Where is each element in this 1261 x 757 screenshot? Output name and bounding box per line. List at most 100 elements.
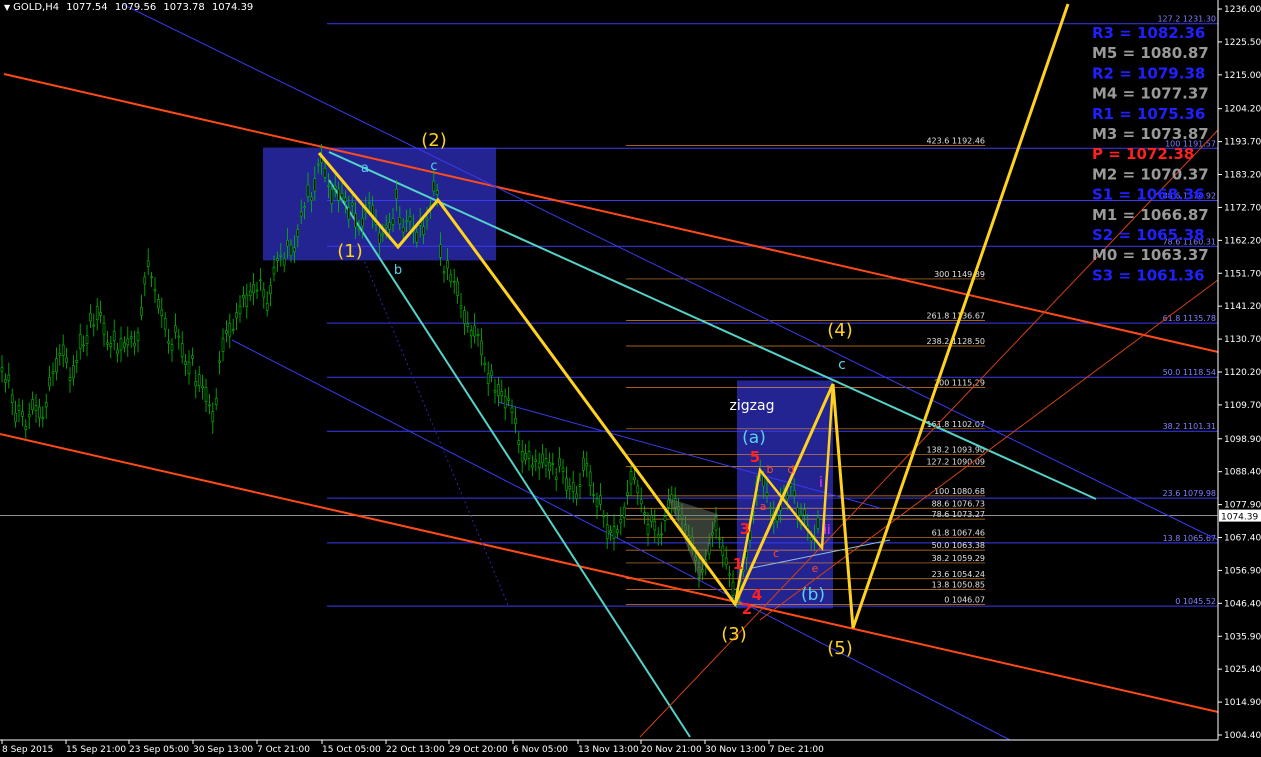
candle-body: [534, 459, 538, 462]
candle-body: [619, 519, 623, 524]
time-tick-label: 22 Oct 13:00: [386, 745, 445, 755]
current-price-label: 1074.39: [1221, 513, 1258, 523]
candle-body: [561, 467, 565, 472]
candle-body: [248, 290, 252, 296]
candle-body: [163, 317, 167, 330]
candle-body: [667, 499, 670, 508]
price-candles: [0, 143, 820, 608]
price-tick-label: 1056.90: [1224, 566, 1261, 576]
candle-body: [456, 281, 459, 296]
candle-body: [442, 271, 446, 274]
candle-body: [731, 581, 735, 596]
price-tick-label: 1088.40: [1224, 468, 1261, 478]
candle-body: [459, 305, 463, 309]
candle-body: [786, 495, 789, 500]
wave-label: (b): [801, 585, 825, 605]
candle-body: [31, 399, 34, 411]
price-tick-label: 1046.40: [1224, 599, 1261, 609]
candle-body: [558, 458, 561, 467]
candle-body: [592, 494, 595, 496]
price-tick-label: 1098.90: [1224, 435, 1261, 445]
fib-extension-label: 61.8 1067.46: [932, 528, 985, 537]
candle-body: [327, 185, 330, 187]
candle-body: [510, 407, 514, 413]
fib-extension-label: 423.6 1192.46: [926, 136, 985, 145]
price-tick-label: 1162.20: [1224, 236, 1261, 246]
candle-body: [527, 451, 531, 459]
candle-body: [483, 362, 487, 365]
time-tick-label: 30 Nov 13:00: [705, 745, 766, 755]
candle-body: [10, 394, 14, 403]
candle-body: [517, 440, 521, 445]
candle-body: [109, 343, 113, 347]
price-tick-label: 1035.90: [1224, 632, 1261, 642]
candle-body: [646, 524, 650, 535]
candle-body: [242, 295, 245, 299]
fib-extension-label: 261.8 1136.67: [926, 311, 985, 320]
candle-body: [398, 216, 402, 225]
candle-body: [265, 302, 269, 311]
symbol-label: GOLD,H4: [13, 2, 60, 13]
candle-body: [350, 202, 354, 206]
pivot-label: S1 = 1068.36: [1092, 186, 1205, 204]
candle-body: [340, 193, 344, 198]
pivot-label: P = 1072.38: [1092, 145, 1194, 163]
candle-body: [153, 289, 157, 292]
candle-body: [211, 411, 215, 422]
candle-body: [765, 492, 769, 496]
blue-channel-upper: [121, 3, 1219, 541]
price-axis: 1236.00 1225.50 1215.00 1204.20 1193.70 1183.…: [1217, 0, 1261, 741]
candle-body: [357, 228, 361, 231]
wave-label: (3): [721, 624, 747, 645]
pivot-label: M0 = 1063.37: [1092, 246, 1209, 264]
close-value: 1074.39: [211, 2, 254, 13]
fib-extension-label: 78.6 1073.27: [932, 510, 985, 519]
symbol-dropdown-icon[interactable]: ▼: [4, 3, 10, 12]
wave-label: d: [788, 463, 795, 476]
candle-body: [58, 353, 62, 356]
candle-body: [316, 163, 320, 166]
candle-body: [184, 361, 187, 365]
candle-body: [187, 361, 191, 375]
candle-body: [388, 222, 391, 230]
candle-body: [401, 227, 405, 233]
pivot-label: M2 = 1070.37: [1092, 165, 1209, 183]
candle-body: [493, 390, 497, 393]
candle-body: [531, 464, 534, 468]
candle-body: [330, 189, 334, 204]
wave-label: c: [773, 547, 779, 560]
price-tick-label: 1193.70: [1224, 138, 1261, 148]
candle-body: [656, 534, 660, 539]
fib-level-label: 23.6 1079.98: [1163, 489, 1216, 498]
candle-body: [792, 490, 796, 496]
candle-body: [541, 453, 544, 464]
candle-body: [724, 557, 728, 566]
wave-label: 1: [733, 555, 743, 573]
time-tick-label: 15 Oct 05:00: [322, 745, 381, 755]
candle-body: [469, 330, 473, 337]
fib-extension-label: 100 1080.68: [934, 487, 985, 496]
candle-body: [14, 412, 17, 423]
candle-body: [238, 305, 242, 315]
pivot-label: R2 = 1079.38: [1092, 64, 1205, 82]
candle-body: [106, 342, 109, 345]
wave-label: (a): [742, 428, 766, 448]
candle-body: [629, 471, 633, 485]
fib-extension-label: 23.6 1054.24: [932, 570, 985, 579]
candle-body: [204, 387, 208, 402]
candle-body: [259, 279, 262, 282]
candle-body: [129, 336, 133, 339]
candle-body: [486, 373, 490, 384]
pivot-points: R3 = 1082.36 M5 = 1080.87 R2 = 1079.38 M4 =…: [1092, 24, 1209, 284]
candle-body: [146, 260, 150, 267]
wave-label: b: [394, 263, 402, 278]
price-chart[interactable]: 127.2 1231.30100 1191.5788.6 1174.9278.6…: [0, 0, 1261, 757]
candle-body: [551, 463, 555, 465]
candle-body: [44, 402, 48, 408]
candle-body: [228, 323, 232, 337]
wave-label: (2): [421, 130, 447, 151]
wave-label: a: [361, 161, 369, 176]
candle-body: [582, 457, 585, 471]
price-tick-label: 1204.20: [1224, 105, 1261, 115]
candle-body: [609, 530, 612, 533]
